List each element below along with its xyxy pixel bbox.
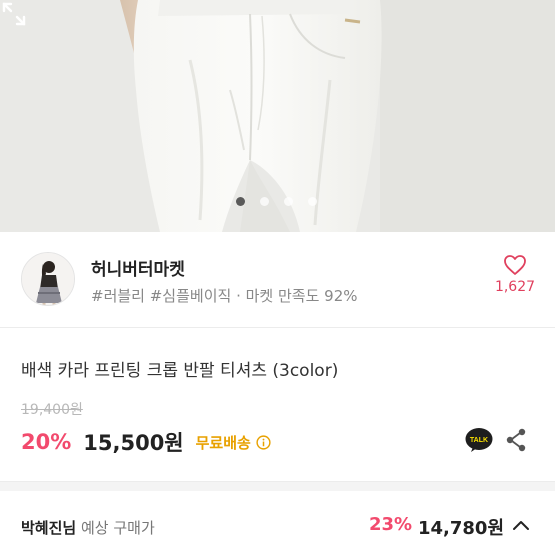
discount-rate: 20% bbox=[21, 430, 72, 454]
buyer-info: 박혜진님 예상 구매가 bbox=[21, 517, 155, 538]
free-shipping-badge: 무료배송 bbox=[195, 433, 251, 452]
chevron-up-icon[interactable] bbox=[512, 519, 530, 531]
product-image[interactable] bbox=[0, 0, 555, 232]
like-count: 1,627 bbox=[494, 279, 536, 295]
seller-section[interactable]: 허니버터마켓 #러블리 #심플베이직 · 마켓 만족도 92% 1,627 bbox=[0, 232, 555, 328]
carousel-dot[interactable] bbox=[308, 197, 317, 206]
carousel-dot[interactable] bbox=[284, 197, 293, 206]
kakao-talk-icon[interactable]: TALK bbox=[465, 427, 493, 453]
seller-name[interactable]: 허니버터마켓 bbox=[91, 255, 185, 280]
expected-price: 14,780원 bbox=[418, 518, 505, 539]
original-price: 19,400원 bbox=[21, 402, 83, 418]
seller-avatar-image bbox=[22, 253, 74, 305]
share-icon[interactable] bbox=[505, 428, 527, 452]
expected-discount-rate: 23% bbox=[369, 514, 413, 535]
svg-text:TALK: TALK bbox=[470, 437, 488, 444]
expected-price-label: 예상 구매가 bbox=[76, 519, 155, 537]
seller-tags: #러블리 #심플베이직 · 마켓 만족도 92% bbox=[91, 287, 358, 305]
carousel-indicator[interactable] bbox=[236, 197, 317, 206]
price-row: 20% 15,500원 무료배송 bbox=[21, 427, 271, 457]
section-divider bbox=[0, 481, 555, 491]
product-title: 배색 카라 프린팅 크롭 반팔 티셔츠 (3color) bbox=[21, 361, 339, 381]
info-icon[interactable] bbox=[256, 434, 271, 450]
seller-avatar[interactable] bbox=[21, 252, 75, 306]
carousel-dot[interactable] bbox=[260, 197, 269, 206]
heart-icon[interactable] bbox=[503, 254, 527, 276]
expand-icon[interactable] bbox=[0, 0, 28, 28]
like-button[interactable]: 1,627 bbox=[490, 254, 540, 295]
buyer-name: 박혜진님 bbox=[21, 519, 77, 537]
purchase-bar[interactable]: 박혜진님 예상 구매가 23% 14,780원 bbox=[0, 491, 555, 555]
carousel-dot-active[interactable] bbox=[236, 197, 245, 206]
sale-price: 15,500원 bbox=[83, 431, 184, 455]
